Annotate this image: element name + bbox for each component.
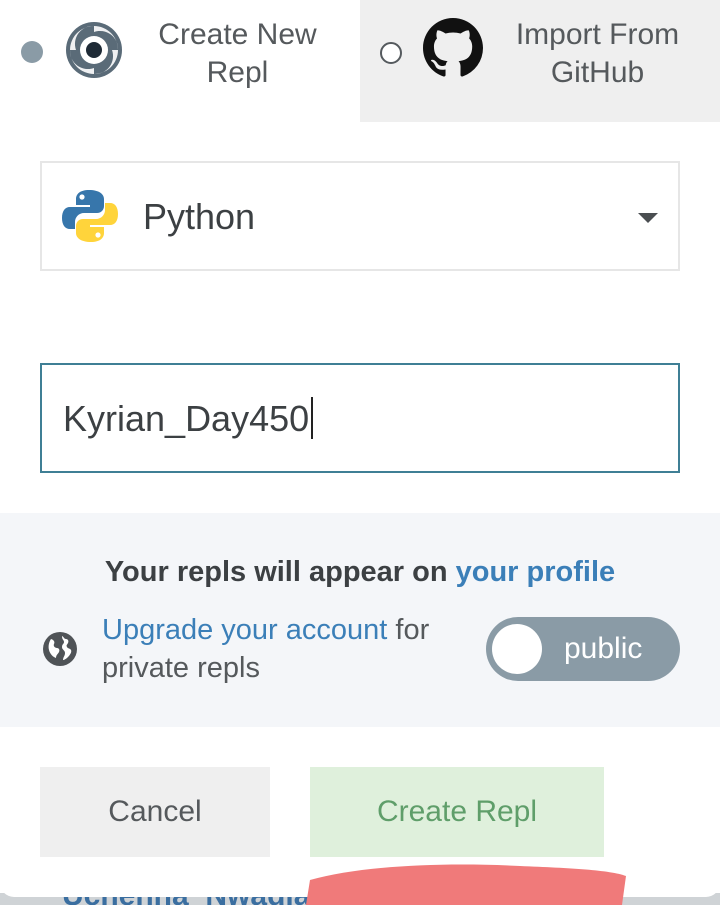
tab-create-new-label: Create New Repl [158,18,317,89]
chevron-down-icon[interactable] [638,213,658,223]
language-select[interactable]: Python [40,161,680,271]
profile-notice: Your repls will appear on your profile [0,553,720,591]
text-cursor [311,397,314,439]
radio-unselected-icon[interactable] [380,42,402,64]
your-profile-link[interactable]: your profile [456,556,616,588]
python-icon [62,190,118,242]
profile-notice-text: Your repls will appear on [104,556,456,588]
cancel-button[interactable]: Cancel [40,767,270,857]
tab-create-new-repl[interactable]: Create New Repl [0,0,360,122]
upgrade-notice: Upgrade your account for private repls [102,611,482,687]
github-icon [423,18,483,77]
toggle-knob[interactable] [492,624,542,674]
replit-logo-icon [66,22,122,78]
repl-name-input[interactable]: Kyrian_Day450 [40,363,680,473]
upgrade-account-link[interactable]: Upgrade your account [102,614,387,646]
tab-import-github-label: Import From GitHub [515,18,680,89]
radio-selected-icon[interactable] [21,41,43,63]
create-repl-button[interactable]: Create Repl [310,767,604,857]
create-repl-modal: Uchenna_Nwadialu_Day18 Create New Repl I… [0,0,720,905]
repl-name-value: Kyrian_Day450 [63,397,314,441]
red-scribble-mark [306,864,626,905]
visibility-panel: Your repls will appear on your profile U… [0,513,720,727]
language-select-value: Python [143,196,256,237]
toggle-label: public [564,632,643,665]
globe-icon [43,632,77,666]
tab-import-github[interactable]: Import From GitHub [360,0,720,122]
source-tabs: Create New Repl Import From GitHub [0,0,720,122]
visibility-toggle[interactable]: public [486,617,680,681]
